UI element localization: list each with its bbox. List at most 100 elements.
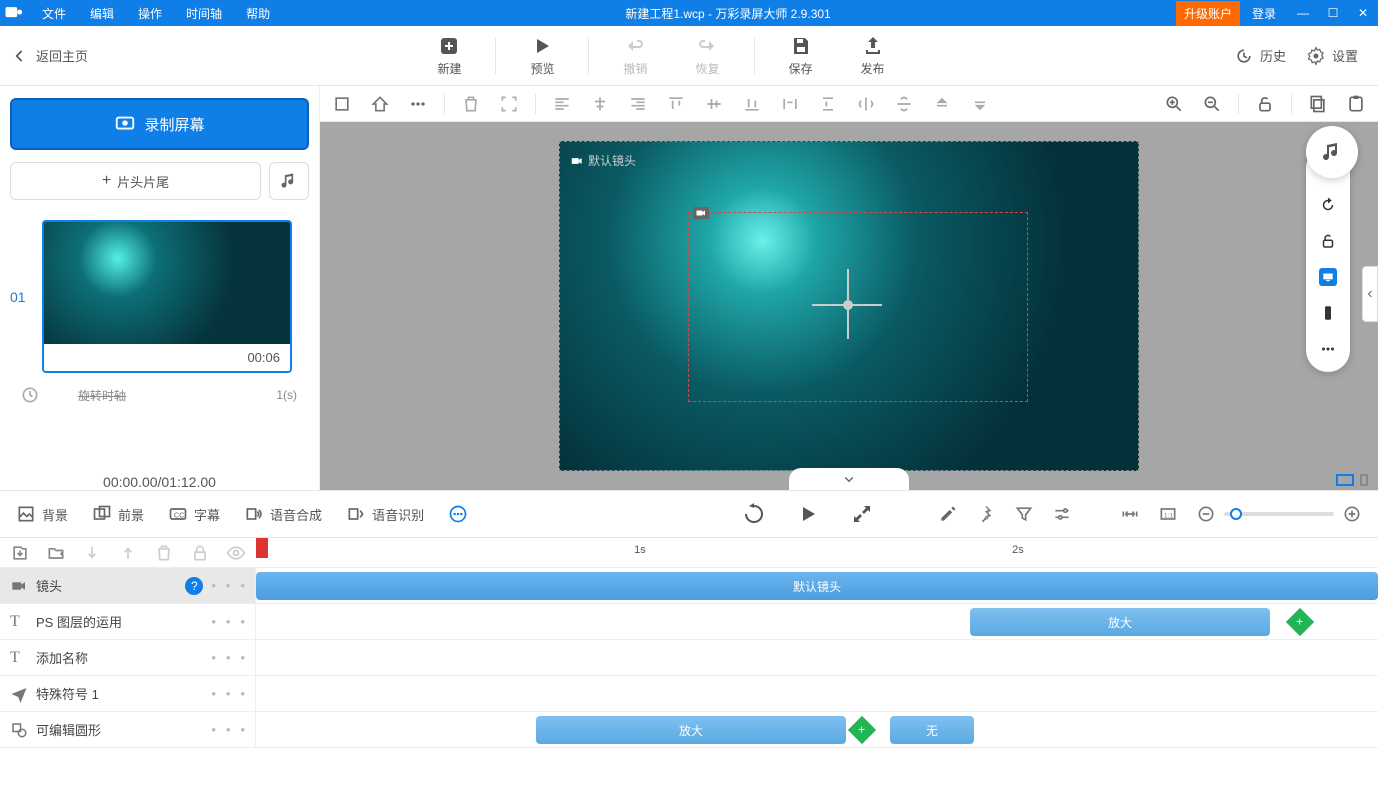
align-center-h-icon[interactable] [588, 92, 612, 116]
flip-v-icon[interactable] [892, 92, 916, 116]
clip-bar[interactable]: 放大 [536, 716, 846, 744]
zoom-slider[interactable] [1224, 512, 1334, 516]
track-header[interactable]: T添加名称••• [0, 640, 256, 675]
align-bottom-icon[interactable] [740, 92, 764, 116]
track-header[interactable]: 特殊符号 1••• [0, 676, 256, 711]
settings-button[interactable]: 设置 [1306, 46, 1358, 66]
track-keyframe-dots[interactable]: ••• [211, 614, 245, 629]
delete-tool-icon[interactable] [459, 92, 483, 116]
expand-panel-button[interactable] [789, 468, 909, 490]
track-keyframe-dots[interactable]: ••• [211, 578, 245, 593]
edit-icon[interactable] [938, 504, 958, 524]
undo-button[interactable]: 撤销 [609, 34, 661, 77]
help-icon[interactable]: ? [185, 577, 203, 595]
more-tools-icon[interactable] [1319, 340, 1337, 358]
layer-down-icon[interactable] [968, 92, 992, 116]
minimize-button[interactable]: — [1288, 6, 1318, 20]
zoom-minus-icon[interactable] [1196, 504, 1216, 524]
fit-width-icon[interactable] [1120, 504, 1140, 524]
preview-button[interactable]: 预览 [516, 34, 568, 77]
tl-down-icon[interactable] [82, 543, 102, 563]
selection-rect[interactable] [688, 212, 1028, 402]
menu-file[interactable]: 文件 [32, 5, 76, 22]
play-button[interactable] [796, 502, 820, 526]
one-to-one-icon[interactable]: 1:1 [1158, 504, 1178, 524]
new-button[interactable]: 新建 [423, 34, 475, 77]
tl-delete-icon[interactable] [154, 543, 174, 563]
track-lane[interactable]: 放大 + [256, 604, 1378, 639]
unlock-icon[interactable] [1253, 92, 1277, 116]
paste-icon[interactable] [1344, 92, 1368, 116]
align-center-v-icon[interactable] [702, 92, 726, 116]
more-horiz-icon[interactable] [406, 92, 430, 116]
menu-edit[interactable]: 编辑 [80, 5, 124, 22]
tab-background[interactable]: 背景 [16, 504, 68, 524]
tab-tts[interactable]: 语音合成 [244, 504, 322, 524]
keyframe-diamond[interactable]: + [848, 716, 876, 744]
track-keyframe-dots[interactable]: ••• [211, 650, 245, 665]
home-tool-icon[interactable] [368, 92, 392, 116]
track-lane[interactable] [256, 640, 1378, 675]
lock-tool-icon[interactable] [1319, 232, 1337, 250]
music-button[interactable] [269, 162, 309, 200]
publish-button[interactable]: 发布 [847, 34, 899, 77]
tl-import-icon[interactable] [10, 543, 30, 563]
record-screen-button[interactable]: 录制屏幕 [10, 98, 309, 150]
dist-h-icon[interactable] [778, 92, 802, 116]
track-row[interactable]: T添加名称••• [0, 640, 1378, 676]
save-button[interactable]: 保存 [775, 34, 827, 77]
copy-icon[interactable] [1306, 92, 1330, 116]
maximize-button[interactable]: ☐ [1318, 6, 1348, 20]
track-row[interactable]: 特殊符号 1••• [0, 676, 1378, 712]
menu-help[interactable]: 帮助 [236, 5, 280, 22]
tab-caption[interactable]: CC 字幕 [168, 504, 220, 524]
filter-icon[interactable] [1014, 504, 1034, 524]
crop-tool-icon[interactable] [330, 92, 354, 116]
collapse-right-panel-button[interactable] [1362, 266, 1378, 322]
track-keyframe-dots[interactable]: ••• [211, 686, 245, 701]
clip-bar[interactable]: 默认镜头 [256, 572, 1378, 600]
replay-button[interactable] [742, 502, 766, 526]
tl-lock-icon[interactable] [190, 543, 210, 563]
clip-bar[interactable]: 无 [890, 716, 974, 744]
pin-icon[interactable] [976, 504, 996, 524]
clip-item[interactable]: 01 00:06 [10, 220, 309, 373]
desktop-tool-icon[interactable] [1319, 268, 1337, 286]
track-lane[interactable]: 默认镜头 [256, 568, 1378, 603]
align-top-icon[interactable] [664, 92, 688, 116]
history-button[interactable]: 历史 [1234, 46, 1286, 66]
login-button[interactable]: 登录 [1240, 5, 1288, 22]
tab-asr[interactable]: 语音识别 [346, 504, 424, 524]
canvas-stage[interactable]: 默认镜头 [559, 141, 1139, 471]
track-lane[interactable] [256, 676, 1378, 711]
align-left-icon[interactable] [550, 92, 574, 116]
aspect-landscape-icon[interactable] [1336, 474, 1354, 486]
tl-visibility-icon[interactable] [226, 543, 246, 563]
tab-foreground[interactable]: 前景 [92, 504, 144, 524]
track-header[interactable]: TPS 图层的运用••• [0, 604, 256, 639]
track-header[interactable]: 可编辑圆形••• [0, 712, 256, 747]
track-row[interactable]: 镜头?•••默认镜头 [0, 568, 1378, 604]
menu-timeline[interactable]: 时间轴 [176, 5, 232, 22]
zoom-in-icon[interactable] [1162, 92, 1186, 116]
clip-bar[interactable]: 放大 [970, 608, 1270, 636]
back-home-button[interactable]: 返回主页 [10, 46, 88, 66]
mobile-tool-icon[interactable] [1319, 304, 1337, 322]
track-row[interactable]: 可编辑圆形••• 放大+ 无 [0, 712, 1378, 748]
playhead[interactable] [256, 538, 268, 558]
close-button[interactable]: ✕ [1348, 6, 1378, 20]
keyframe-diamond[interactable]: + [1286, 608, 1314, 636]
rotate-tool-icon[interactable] [1319, 196, 1337, 214]
focus-tool-icon[interactable] [497, 92, 521, 116]
flip-h-icon[interactable] [854, 92, 878, 116]
layer-up-icon[interactable] [930, 92, 954, 116]
head-tail-button[interactable]: +片头片尾 [10, 162, 261, 200]
track-keyframe-dots[interactable]: ••• [211, 722, 245, 737]
dist-v-icon[interactable] [816, 92, 840, 116]
fullscreen-play-button[interactable] [850, 502, 874, 526]
align-right-icon[interactable] [626, 92, 650, 116]
zoom-plus-icon[interactable] [1342, 504, 1362, 524]
music-fab-button[interactable] [1306, 126, 1358, 178]
tl-up-icon[interactable] [118, 543, 138, 563]
adjust-icon[interactable] [1052, 504, 1072, 524]
